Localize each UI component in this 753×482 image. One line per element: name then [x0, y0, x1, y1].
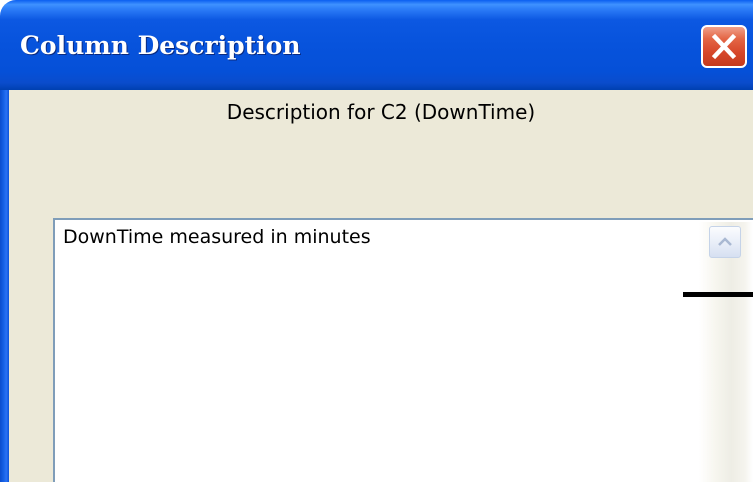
description-textarea[interactable]: DownTime measured in minutes — [53, 218, 753, 482]
close-icon — [711, 33, 737, 60]
annotation-line — [683, 292, 753, 297]
close-button[interactable] — [701, 25, 747, 68]
column-description-dialog: Column Description Description for C2 (D… — [0, 0, 753, 482]
scroll-up-arrow-icon — [718, 237, 732, 246]
title-bar[interactable]: Column Description — [0, 0, 753, 90]
scroll-up-button[interactable] — [709, 226, 741, 258]
column-heading: Description for C2 (DownTime) — [226, 100, 536, 124]
window-title: Column Description — [20, 31, 301, 60]
vertical-scrollbar[interactable] — [699, 222, 753, 482]
window-left-border — [0, 90, 9, 482]
description-text[interactable]: DownTime measured in minutes — [63, 226, 371, 248]
